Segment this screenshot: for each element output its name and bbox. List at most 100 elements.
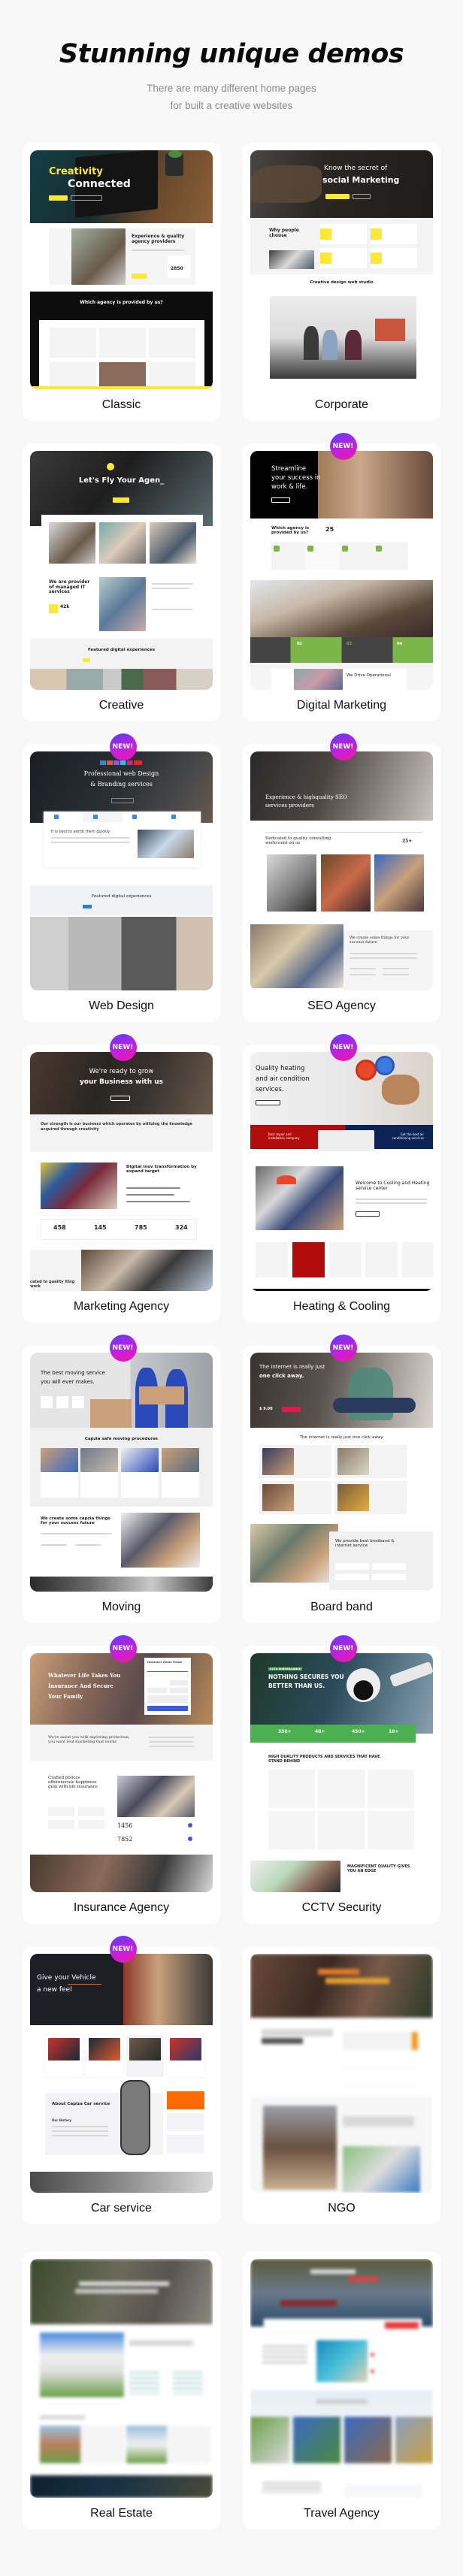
demo-preview: Creativity Connected Experience & qualit… — [30, 150, 213, 389]
demo-card-creative[interactable]: Let's Fly Your Agen_ We are provider of … — [23, 443, 220, 721]
subtitle-line-2: for built a creative websites — [170, 100, 293, 111]
preview-featured-title: Featured digital experiences — [91, 894, 152, 899]
new-badge: NEW! — [109, 733, 137, 760]
preview-hero-line1: Give your Vehicle — [37, 1974, 96, 1982]
preview-hero: We're ready to grow your Business with u… — [30, 1052, 213, 1114]
preview-section-title: Experience & quality agency providers — [132, 234, 185, 244]
preview-hero-line1: We're ready to grow — [89, 1068, 154, 1075]
preview-future-title: We create some things for your success f… — [350, 936, 410, 945]
demo-card-seo-agency[interactable]: NEW! Experience & highquality SEO servic… — [243, 733, 440, 1022]
preview-stat: 40+ — [315, 1729, 325, 1734]
preview-hero-line1: Creativity — [49, 166, 103, 177]
demo-label[interactable]: Classic — [23, 398, 220, 412]
demo-card-web-design[interactable]: NEW! Professional web Design & Branding … — [23, 733, 220, 1022]
demo-card-cctv-security[interactable]: NEW! CCTV SURVEILLANCE NOTHING SECURES Y… — [243, 1635, 440, 1924]
demo-preview: Streamline your success in work & life. … — [250, 451, 433, 690]
preview-hero-line3: Your Family — [48, 1693, 83, 1700]
preview-hero-line1: Know the secret of — [324, 165, 388, 172]
preview-form-title: Insurance Quote Forms — [147, 1661, 183, 1664]
preview-hero: Give your Vehicle a new feel — [30, 1954, 213, 2025]
preview-hero-line2: Connected — [68, 178, 131, 190]
preview-drive-title: We Drive Operational — [346, 673, 391, 678]
demo-card-insurance-agency[interactable]: NEW! Whatever Life Takes You Insurance A… — [23, 1635, 220, 1924]
preview-band-right: Get the best air conditioning services — [392, 1132, 424, 1140]
preview-hero-line2: Insurance And Secure — [48, 1683, 113, 1689]
preview-hero-title: Let's Fly Your Agen_ — [78, 476, 165, 485]
demo-preview: Give your Vehicle a new feel About Capiz… — [30, 1954, 213, 2193]
preview-hero: The internet is really just one click aw… — [250, 1353, 433, 1428]
demo-label[interactable]: Creative — [23, 699, 220, 712]
demo-preview: Experience & highquality SEO services pr… — [250, 751, 433, 990]
demo-preview: Let's Fly Your Agen_ We are provider of … — [30, 451, 213, 690]
demo-card-car-service[interactable]: NEW! Give your Vehicle a new feel About … — [23, 1936, 220, 2224]
new-badge: NEW! — [109, 1034, 137, 1061]
preview-stat: 350+ — [278, 1729, 292, 1734]
demo-label[interactable]: Web Design — [23, 999, 220, 1013]
new-badge: NEW! — [109, 1335, 137, 1362]
preview-tag: CCTV SURVEILLANCE — [268, 1667, 302, 1670]
preview-hero-line1: Quality heating — [256, 1065, 305, 1072]
demo-preview: Quality heating and air condition servic… — [250, 1052, 433, 1291]
demo-label[interactable]: Heating & Cooling — [243, 1300, 440, 1314]
preview-counter: 145 — [94, 1224, 107, 1231]
demo-card-digital-marketing[interactable]: NEW! Streamline your success in work & l… — [243, 433, 440, 721]
demo-preview — [30, 2259, 213, 2498]
preview-hero-line2: services providers — [265, 803, 314, 809]
demo-card-travel-agency[interactable]: Travel Agency — [243, 2251, 440, 2529]
demo-label[interactable]: Digital Marketing — [243, 699, 440, 712]
preview-hero-line2: a new feel — [37, 1986, 72, 1994]
demo-preview — [250, 1954, 433, 2193]
preview-hero-line2: social Marketing — [322, 175, 400, 185]
preview-hero-line1: The internet is really just — [259, 1364, 325, 1370]
demo-preview — [250, 2259, 433, 2498]
preview-bottom-text: cated to quality lting work — [30, 1280, 75, 1289]
subtitle-line-1: There are many different home pages — [147, 83, 316, 94]
demo-preview: CCTV SURVEILLANCE NOTHING SECURES YOU BE… — [250, 1653, 433, 1892]
preview-counter: 324 — [175, 1224, 188, 1231]
demo-card-marketing-agency[interactable]: NEW! We're ready to grow your Business w… — [23, 1034, 220, 1323]
new-badge: NEW! — [329, 1335, 357, 1362]
demo-label[interactable]: Real Estate — [23, 2507, 220, 2520]
demo-card-board-band[interactable]: NEW! The internet is really just one cli… — [243, 1335, 440, 1623]
demo-preview: Whatever Life Takes You Insurance And Se… — [30, 1653, 213, 1892]
demo-card-classic[interactable]: Creativity Connected Experience & qualit… — [23, 143, 220, 421]
demo-preview: We're ready to grow your Business with u… — [30, 1052, 213, 1291]
preview-hero-line2: BETTER THAN US. — [268, 1683, 325, 1689]
preview-section-title: The internet is really just one click aw… — [299, 1435, 384, 1440]
demo-label[interactable]: SEO Agency — [243, 999, 440, 1013]
preview-stat: 1456 — [117, 1822, 133, 1829]
preview-hero-line2: and air condition — [256, 1075, 310, 1083]
demo-card-real-estate[interactable]: Real Estate — [23, 2251, 220, 2529]
demo-label[interactable]: Marketing Agency — [23, 1300, 220, 1314]
preview-dedicated-title: Dedicated to quality consulting workcoun… — [265, 836, 331, 846]
demo-card-moving[interactable]: NEW! The best moving service you will ev… — [23, 1335, 220, 1623]
demo-label[interactable]: Car service — [23, 2202, 220, 2215]
preview-hero: Creativity Connected — [30, 150, 213, 223]
preview-band-left: Best repair and installation company — [268, 1132, 300, 1140]
demo-card-corporate[interactable]: Know the secret of social Marketing Why … — [243, 143, 440, 421]
preview-hero — [250, 1954, 433, 2018]
demo-label[interactable]: Travel Agency — [243, 2507, 440, 2520]
preview-assist-text: We're assist you with exploring protecti… — [48, 1735, 130, 1744]
demo-label[interactable]: NGO — [243, 2202, 440, 2215]
preview-hero: Experience & highquality SEO services pr… — [250, 751, 433, 821]
new-badge: NEW! — [329, 1635, 357, 1662]
preview-stat: 42k — [60, 604, 70, 609]
preview-dark-section: Which agency is provided by us? — [30, 292, 213, 389]
demo-card-ngo[interactable]: NGO — [243, 1946, 440, 2224]
preview-counter: 785 — [135, 1224, 147, 1231]
demo-preview: The internet is really just one click aw… — [250, 1353, 433, 1592]
demo-label[interactable]: Insurance Agency — [23, 1901, 220, 1915]
demo-label[interactable]: CCTV Security — [243, 1901, 440, 1915]
demo-label[interactable]: Board band — [243, 1601, 440, 1614]
preview-stat: 7852 — [117, 1836, 133, 1843]
demo-label[interactable]: Moving — [23, 1601, 220, 1614]
preview-price: $ 9.00 — [259, 1407, 273, 1411]
preview-provide-title: We provide best brodband & internet serv… — [335, 1539, 395, 1549]
demo-label[interactable]: Corporate — [243, 398, 440, 412]
new-badge: NEW! — [109, 1936, 137, 1963]
preview-hero — [250, 2259, 433, 2327]
preview-studio-title: Creative design web studio — [310, 280, 374, 285]
preview-stat: 2850 — [171, 266, 183, 271]
demo-card-heating-cooling[interactable]: NEW! Quality heating and air condition s… — [243, 1034, 440, 1323]
